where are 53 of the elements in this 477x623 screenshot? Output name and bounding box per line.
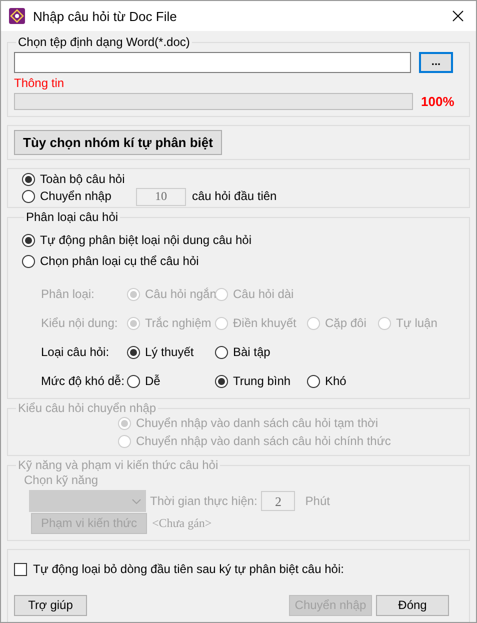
radio-button[interactable]: [22, 255, 35, 268]
dialog-button[interactable]: Đóng: [376, 595, 449, 616]
radio-label: Lý thuyết: [145, 345, 194, 360]
radio-label: Trung bình: [233, 374, 291, 389]
checkbox-label: Tự động loại bỏ dòng đầu tiên sau ký tự phân biệt câu hỏi:: [33, 562, 344, 577]
file-path-field[interactable]: [14, 52, 411, 73]
time-label: Thời gian thực hiện:: [150, 494, 258, 508]
radio-label: Câu hỏi dài: [233, 287, 294, 302]
radio-button[interactable]: [127, 346, 140, 359]
radio-label: Chuyển nhập: [40, 189, 112, 204]
options-button[interactable]: Tùy chọn nhóm kí tự phân biệt: [14, 130, 222, 155]
field-label: Kiểu nội dung:: [41, 316, 119, 331]
radio-label: Dễ: [145, 374, 160, 389]
radio-label: Trắc nghiệm: [145, 316, 212, 331]
radio-button[interactable]: [307, 375, 320, 388]
group-title: Kiểu câu hỏi chuyển nhập: [17, 401, 158, 416]
field-label: Mức độ khó dễ:: [41, 374, 126, 389]
field-label: Loại câu hỏi:: [41, 345, 110, 360]
radio-label: Chọn phân loại cụ thể câu hỏi: [40, 254, 199, 269]
app-icon: [9, 8, 25, 24]
radio-label: Khó: [325, 374, 346, 389]
radio-button[interactable]: [215, 375, 228, 388]
group-title: Chọn tệp định dạng Word(*.doc): [17, 35, 191, 50]
radio-button[interactable]: [22, 234, 35, 247]
radio-button[interactable]: [127, 375, 140, 388]
radio-label: Cặp đôi: [325, 316, 366, 331]
radio-label: Tự luận: [396, 316, 438, 331]
count-suffix: câu hỏi đầu tiên: [192, 189, 277, 204]
radio-label: Chuyển nhập vào danh sách câu hỏi tạm thời: [136, 416, 378, 431]
window-title: Nhập câu hỏi từ Doc File: [33, 8, 178, 24]
radio-label: Tự động phân biệt loại nội dung câu hỏi: [40, 233, 252, 248]
group-title: Kỹ năng và phạm vi kiến thức câu hỏi: [17, 458, 220, 473]
radio-label: Toàn bộ câu hỏi: [40, 172, 125, 187]
radio-button[interactable]: [22, 173, 35, 186]
dialog-button[interactable]: Trợ giúp: [14, 595, 87, 616]
radio-label: Bài tập: [233, 345, 270, 360]
radio-label: Chuyển nhập vào danh sách câu hỏi chính thức: [136, 434, 391, 449]
knowledge-scope-value: <Chưa gán>: [152, 516, 212, 531]
skill-label: Chọn kỹ năng: [24, 473, 100, 488]
radio-button[interactable]: [22, 190, 35, 203]
progress-reading: 100%: [421, 94, 456, 109]
count-field[interactable]: 10: [136, 188, 186, 206]
checkbox[interactable]: [14, 563, 27, 576]
field-label: Phân loại:: [41, 287, 96, 302]
time-unit: Phút: [305, 494, 330, 508]
chevron-down-icon: [132, 498, 141, 504]
radio-label: Câu hỏi ngắn: [145, 287, 216, 302]
radio-button[interactable]: [215, 346, 228, 359]
radio-label: Điền khuyết: [233, 316, 296, 331]
group-title: Phân loại câu hỏi: [25, 210, 120, 225]
close-icon[interactable]: [452, 10, 464, 22]
info-label: Thông tin: [14, 76, 66, 91]
browse-button[interactable]: ...: [419, 52, 453, 73]
